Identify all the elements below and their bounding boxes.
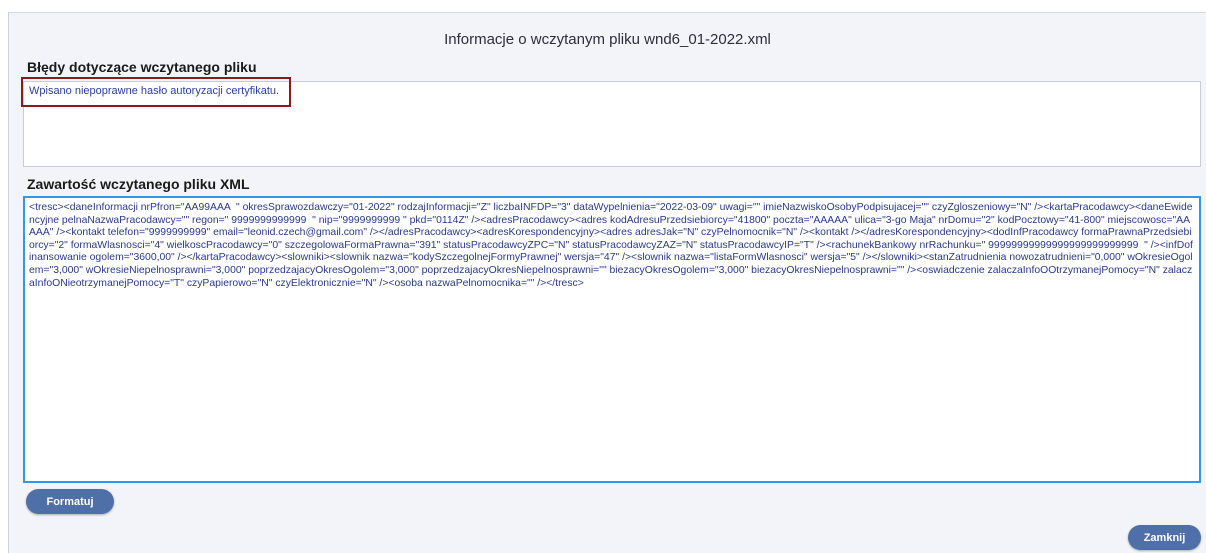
xml-section-label: Zawartość wczytanego pliku XML — [27, 176, 250, 192]
format-button[interactable]: Formatuj — [26, 489, 114, 514]
close-button[interactable]: Zamknij — [1128, 525, 1201, 550]
errors-section-label: Błędy dotyczące wczytanego pliku — [27, 59, 257, 75]
xml-content-textarea[interactable]: <tresc><daneInformacji nrPfron="AA99AAA … — [23, 196, 1201, 483]
file-info-dialog: Informacje o wczytanym pliku wnd6_01-202… — [8, 12, 1206, 553]
dialog-title: Informacje o wczytanym pliku wnd6_01-202… — [444, 31, 771, 48]
error-message: Wpisano niepoprawne hasło autoryzacji ce… — [29, 85, 280, 97]
